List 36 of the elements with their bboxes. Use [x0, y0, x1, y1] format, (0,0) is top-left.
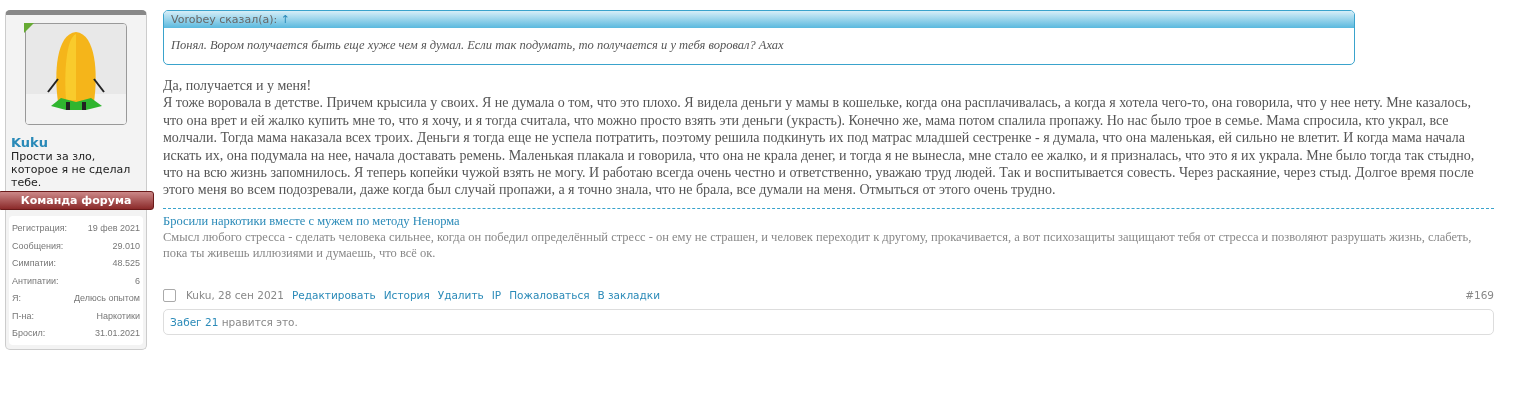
user-banner: Команда форума: [0, 191, 154, 210]
post-number[interactable]: #169: [1465, 289, 1494, 302]
message-text: Я тоже воровала в детстве. Причем крысила у своих. Я не думала о том, что это плохо. Я видела деньги у мамы в кошельке, когда она расплачивалась, а когда я хотела чего-то, она говорила, что у нее нету. Мне казалось, что она врет и ей жалко купить мне то, что я хочу, и я тогда считала, что можно просто взять эти деньги (украсть). Конечно же, мама потом спалила пропажу. Но нас было трое в семье. Мама спросила, кто украл, все молчали. Тогда мама наказала всех троих. Деньги я тогда еще не успела потратить, поэтому решила подкинуть их под матрас младшей сестренке - я думала, что она маленькая, ей сильно не влетит. И когда мама начала искать их, она подумала на нее, начала доставать ремень. Маленькая плакала и говорила, что она не крала денег, и тогда я не вынесла, мне стало ее жалко, и я призналась, что это я их украла. Мне было тогда так стыдно, что на всю жизнь запомнилось. Я теперь копейки чужой взять не могу. И работаю всегда очень честно и ответственно, уважаю труд людей. Так и воспитывается совесть. Через раскаяние, через стыд. Долгое время после этого меня во всем подозревали, даже когда был случай пропажи, а я точно знала, что не брала, все думали на меня. Отмыться от этого очень трудно.: [163, 94, 1476, 199]
username[interactable]: Kuku: [6, 129, 146, 150]
stat-value: 29.010: [112, 239, 140, 253]
stat-label: Симпатии:: [12, 257, 57, 270]
signature-text: Смысл любого стресса - сделать человека сильнее, когда он победил определённый стресс - он ему не страшен, и человек переходит к другому, прокачивается, а вот психозащиты защищают тебя от стресса и позволяют разрушать жизнь, слабеть, пока ты живешь иллюзиями и думаешь, что всё ок.: [163, 228, 1473, 261]
quote-text: Понял. Вором получается быть еще хуже чем я думал. Если так подумать, то получается и у тебя воровал? Ахах: [170, 37, 785, 54]
stat-label: Регистрация:: [12, 222, 68, 235]
post-author-date: Kuku, 28 сен 2021: [186, 289, 284, 302]
user-link[interactable]: Забег 21: [170, 315, 219, 328]
action-link[interactable]: Редактировать: [291, 289, 376, 302]
stat-value: 31.01.2021: [94, 327, 140, 340]
likes-text: Забег 21 нравится это.: [170, 315, 298, 328]
stat-label: Бросил:: [12, 327, 46, 340]
stat-value: 19 фев 2021: [87, 222, 140, 235]
action-link[interactable]: Пожаловаться: [509, 289, 590, 302]
quote-author: Vorobey сказал(а):: [171, 13, 278, 26]
action-link[interactable]: В закладки: [597, 289, 660, 302]
action-link[interactable]: Удалить: [437, 289, 484, 302]
action-link[interactable]: История: [383, 289, 430, 302]
action-link[interactable]: IP: [491, 289, 502, 302]
jump-link[interactable]: ↑: [280, 13, 290, 26]
select-checkbox[interactable]: [163, 288, 176, 302]
stat-value: 48.525: [112, 257, 140, 270]
corner-icon: [24, 23, 34, 33]
stat-value: Делюсь опытом: [73, 292, 140, 305]
stat-value: Наркотики: [96, 309, 140, 323]
stat-label: Я:: [12, 292, 21, 305]
signature-link[interactable]: Бросили наркотики вместе с мужем по методу Ненорма: [163, 212, 460, 229]
stat-label: П-на:: [12, 309, 34, 323]
stat-label: Сообщения:: [12, 239, 64, 253]
message-text: Да, получается и у меня!: [163, 77, 313, 95]
stat-label: Антипатии:: [12, 274, 59, 288]
user-title: Прости за зло, которое я не сделал тебе.: [10, 150, 132, 191]
stat-value: 6: [135, 274, 140, 288]
